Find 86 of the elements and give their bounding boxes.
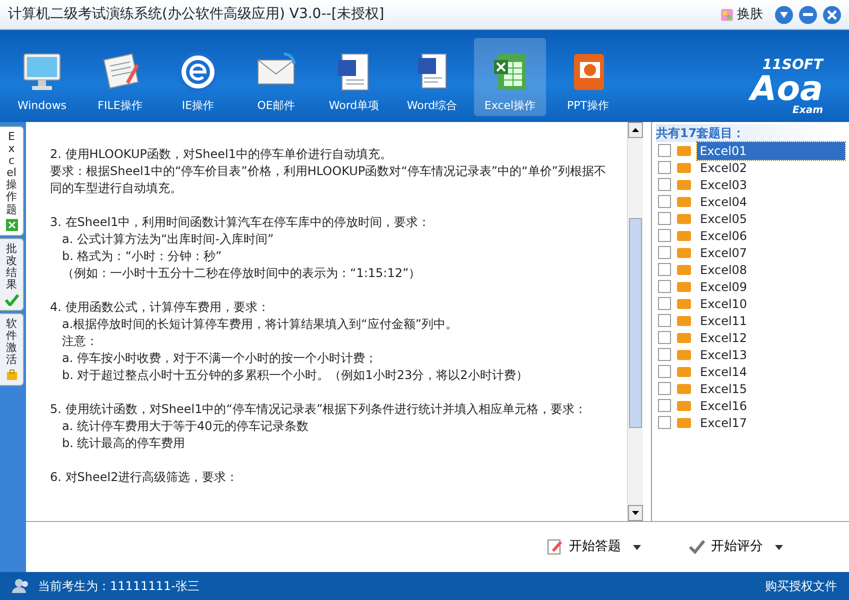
list-item[interactable]: Excel02: [697, 158, 750, 176]
list-item[interactable]: Excel04: [697, 192, 750, 210]
checkbox[interactable]: [658, 195, 671, 208]
question-text: b. 统计最高的停车费用: [61, 435, 186, 452]
question-text: 要求：根据Sheel1中的“停车价目表”价格，利用HLOOKUP函数对“停车情况记录表”中的“单价”列根据不同的车型进行自动填充。: [50, 163, 607, 197]
question-text: a.根据停放时间的长短计算停车费用，将计算结果填入到“应付金额”列中。: [61, 316, 459, 333]
current-user-text: 当前考生为：11111111-张三: [38, 578, 200, 595]
logo-subtitle: Exam: [792, 106, 823, 116]
close-icon: [827, 10, 837, 20]
question-text: 2. 使用HLOOKUP函数，对Sheel1中的停车单价进行自动填充。: [50, 146, 393, 163]
question-text: b. 对于超过整点小时十五分钟的多累积一个小时。（例如1小时23分，将以2小时计费）: [61, 367, 529, 384]
minimize-button[interactable]: [799, 6, 817, 24]
toolbar-button[interactable]: Word单项: [318, 38, 390, 116]
list-item[interactable]: Excel11: [697, 312, 750, 330]
e-logo-icon: [176, 50, 220, 94]
question-text: 6. 对Sheel2进行高级筛选，要求：: [50, 469, 240, 486]
checkbox[interactable]: [658, 246, 671, 259]
list-item[interactable]: Excel10: [697, 294, 750, 312]
action-button[interactable]: 开始答题: [541, 536, 647, 558]
list-item[interactable]: Excel06: [697, 226, 750, 244]
checkbox[interactable]: [658, 365, 671, 378]
pencil-paper-icon: [547, 539, 563, 555]
checkmark-icon: [4, 294, 18, 306]
checkbox[interactable]: [658, 399, 671, 412]
side-tab[interactable]: 软件激活: [0, 313, 24, 386]
checkbox[interactable]: [658, 382, 671, 395]
checkbox[interactable]: [658, 161, 671, 174]
logo-name: Aoa: [750, 72, 823, 106]
list-item[interactable]: Excel05: [697, 210, 750, 228]
side-tab[interactable]: 批改结果: [0, 238, 24, 312]
list-item[interactable]: Excel09: [697, 278, 750, 296]
checkbox[interactable]: [658, 348, 671, 361]
checkbox[interactable]: [658, 416, 671, 429]
caret-icon: [633, 544, 641, 550]
caret-icon: [779, 10, 789, 18]
question-text: 3. 在Sheel1中，利用时间函数计算汽车在停车库中的停放时间，要求：: [50, 214, 432, 231]
question-text: 4. 使用函数公式，计算停车费用，要求：: [50, 299, 270, 316]
checkbox[interactable]: [658, 280, 671, 293]
spreadsheet-icon: [6, 218, 18, 231]
checkmark-icon: [689, 540, 705, 554]
minus-icon: [803, 12, 813, 16]
down-arrow-icon: [632, 511, 639, 515]
checkbox[interactable]: [658, 178, 671, 191]
action-button[interactable]: 开始评分: [683, 536, 789, 558]
checkbox[interactable]: [658, 297, 671, 310]
toolbar-button[interactable]: Word综合: [396, 38, 468, 116]
close-button[interactable]: [823, 6, 841, 24]
skin-button[interactable]: 换肤: [737, 4, 763, 24]
side-tab[interactable]: Excel操作题: [0, 126, 24, 236]
question-text: a. 公式计算方法为“出库时间-入库时间”: [61, 231, 275, 248]
toolbar-button[interactable]: IE操作: [162, 38, 234, 116]
users-icon: [12, 578, 30, 594]
list-item[interactable]: Excel12: [697, 328, 750, 346]
toolbar-button[interactable]: OE邮件: [240, 38, 312, 116]
checkbox[interactable]: [658, 331, 671, 344]
toolbar-button[interactable]: FILE操作: [84, 38, 156, 116]
purchase-link[interactable]: 购买授权文件: [765, 577, 837, 595]
list-item[interactable]: Excel01: [696, 142, 845, 160]
list-item[interactable]: Excel14: [697, 362, 750, 380]
logo-brand: 11SOFT: [762, 58, 823, 72]
checkbox[interactable]: [658, 212, 671, 225]
window-title: 计算机二级考试演练系统(办公软件高级应用) V3.0--[未授权]: [8, 5, 386, 24]
checkbox[interactable]: [658, 229, 671, 242]
up-arrow-icon: [632, 128, 639, 132]
question-text: a. 统计停车费用大于等于40元的停车记录条数: [61, 418, 310, 435]
checkbox[interactable]: [658, 263, 671, 276]
toolbar-button[interactable]: PPT操作: [552, 38, 624, 116]
question-text: 5. 使用统计函数，对Sheel1中的“停车情况记录表”根据下列条件进行统计并填入相应单元格，要求：: [50, 401, 588, 418]
palette-icon: [720, 8, 734, 22]
question-text: b. 格式为：“小时：分钟：秒”: [61, 248, 223, 265]
question-text: 注意：: [61, 333, 99, 350]
list-item[interactable]: Excel13: [697, 346, 750, 364]
list-item[interactable]: Excel15: [697, 380, 750, 398]
list-item[interactable]: Excel07: [697, 244, 750, 262]
question-text: （例如：一小时十五分十二秒在停放时间中的表示为：“1:15:12”）: [61, 265, 422, 282]
list-item[interactable]: Excel16: [697, 396, 750, 414]
caret-icon: [775, 544, 783, 550]
scrollbar[interactable]: [627, 122, 643, 521]
dropdown-button[interactable]: [775, 6, 793, 24]
list-item[interactable]: Excel08: [697, 260, 750, 278]
list-item[interactable]: Excel17: [697, 414, 750, 432]
list-item[interactable]: Excel03: [697, 176, 750, 194]
checkbox[interactable]: [658, 144, 671, 157]
question-text: a. 停车按小时收费，对于不满一个小时的按一个小时计费；: [61, 350, 378, 367]
checkbox[interactable]: [658, 314, 671, 327]
toolbar-button[interactable]: Windows: [6, 38, 78, 116]
